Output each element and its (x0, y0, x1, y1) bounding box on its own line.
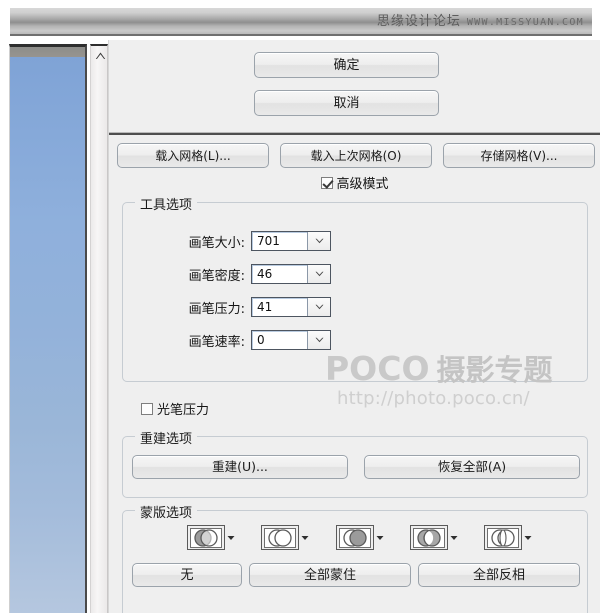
top-watermark-bar: 思缘设计论坛 WWW.MISSYUAN.COM (10, 8, 592, 36)
liquify-dialog-panel: 确定 取消 载入网格(L)... 载入上次网格(O) 存储网格(V)... 高级… (108, 40, 600, 613)
advanced-mode-checkbox[interactable] (321, 176, 334, 189)
cancel-button[interactable]: 取消 (254, 90, 439, 116)
rebuild-options-group: 重建选项 重建(U)... 恢复全部(A) (122, 428, 588, 498)
pen-pressure-label: 光笔压力 (157, 403, 210, 418)
mask-mode-5[interactable] (484, 525, 532, 550)
top-watermark-text: 思缘设计论坛 WWW.MISSYUAN.COM (377, 10, 584, 29)
brush-rate-value[interactable]: 0 (252, 331, 308, 349)
mask-invert-all-button[interactable]: 全部反相 (418, 563, 580, 587)
rebuild-button[interactable]: 重建(U)... (132, 455, 348, 479)
brush-pressure-field: 画笔压力: 41 (133, 297, 331, 317)
pen-pressure-checkbox[interactable] (141, 402, 153, 415)
tool-options-group: 工具选项 画笔大小: 701 画笔密度: 46 画笔压力: 41 画笔速率: 0… (122, 194, 588, 418)
chevron-down-icon[interactable] (308, 331, 330, 349)
section-divider (109, 132, 600, 135)
chevron-down-icon[interactable] (524, 535, 532, 541)
watermark-forum-name: 思缘设计论坛 (376, 14, 461, 29)
preview-sky-gradient (10, 57, 85, 613)
brush-pressure-label: 画笔压力: (188, 301, 245, 317)
chevron-down-icon[interactable] (308, 298, 330, 316)
chevron-down-icon[interactable] (450, 535, 458, 541)
mask-replace-selection-icon[interactable] (187, 525, 225, 550)
mask-options-group: 蒙版选项 无 全部蒙住 全部反相 (122, 502, 588, 613)
brush-size-combo[interactable]: 701 (251, 231, 331, 251)
brush-density-label: 画笔密度: (188, 268, 245, 284)
restore-all-button[interactable]: 恢复全部(A) (364, 455, 580, 479)
rebuild-buttons-row: 重建(U)... 恢复全部(A) (132, 455, 580, 479)
brush-density-value[interactable]: 46 (252, 265, 308, 283)
image-preview-canvas[interactable] (9, 44, 87, 613)
load-mesh-button[interactable]: 载入网格(L)... (117, 143, 269, 168)
pen-pressure-row[interactable]: 光笔压力 (141, 399, 209, 418)
chevron-down-icon[interactable] (227, 535, 235, 541)
advanced-mode-label: 高级模式 (336, 177, 389, 192)
mask-none-button[interactable]: 无 (132, 563, 242, 587)
chevron-down-icon[interactable] (301, 535, 309, 541)
brush-density-combo[interactable]: 46 (251, 264, 331, 284)
brush-pressure-value[interactable]: 41 (252, 298, 308, 316)
screenshot-root: 思缘设计论坛 WWW.MISSYUAN.COM 确定 取消 载入网格(L)...… (0, 0, 600, 613)
scroll-up-arrow-icon[interactable] (91, 48, 109, 64)
mask-add-to-selection-icon[interactable] (261, 525, 300, 550)
watermark-forum-url: WWW.MISSYUAN.COM (466, 17, 584, 28)
image-preview-area (9, 44, 108, 613)
brush-size-value[interactable]: 701 (252, 232, 308, 250)
ok-button[interactable]: 确定 (254, 52, 439, 78)
mask-options-title: 蒙版选项 (135, 502, 198, 521)
brush-size-label: 画笔大小: (188, 235, 245, 251)
tool-options-title: 工具选项 (135, 194, 198, 213)
advanced-mode-row[interactable]: 高级模式 (109, 173, 600, 192)
mask-intersect-with-selection-icon[interactable] (409, 525, 448, 550)
mask-mode-4[interactable] (409, 525, 458, 550)
mask-action-buttons-row: 无 全部蒙住 全部反相 (132, 563, 580, 587)
preview-roof-band (10, 47, 85, 57)
chevron-down-icon[interactable] (376, 535, 384, 541)
chevron-down-icon[interactable] (308, 265, 330, 283)
mask-all-button[interactable]: 全部蒙住 (249, 563, 411, 587)
chevron-down-icon[interactable] (308, 232, 330, 250)
preview-vertical-scrollbar[interactable] (90, 44, 108, 613)
brush-density-field: 画笔密度: 46 (133, 264, 331, 284)
mask-mode-3[interactable] (335, 525, 384, 550)
brush-pressure-combo[interactable]: 41 (251, 297, 331, 317)
rebuild-options-title: 重建选项 (135, 428, 198, 447)
brush-size-field: 画笔大小: 701 (133, 231, 331, 251)
save-mesh-button[interactable]: 存储网格(V)... (443, 143, 595, 168)
brush-rate-field: 画笔速率: 0 (133, 330, 331, 350)
mask-mode-2[interactable] (261, 525, 309, 550)
brush-rate-combo[interactable]: 0 (251, 330, 331, 350)
mesh-buttons-row: 载入网格(L)... 载入上次网格(O) 存储网格(V)... (117, 143, 595, 168)
load-last-mesh-button[interactable]: 载入上次网格(O) (280, 143, 432, 168)
mask-invert-selection-icon[interactable] (484, 525, 522, 550)
mask-subtract-from-selection-icon[interactable] (335, 525, 374, 550)
brush-rate-label: 画笔速率: (188, 334, 245, 350)
mask-mode-1[interactable] (187, 525, 235, 550)
mask-mode-icons-row (187, 525, 532, 550)
